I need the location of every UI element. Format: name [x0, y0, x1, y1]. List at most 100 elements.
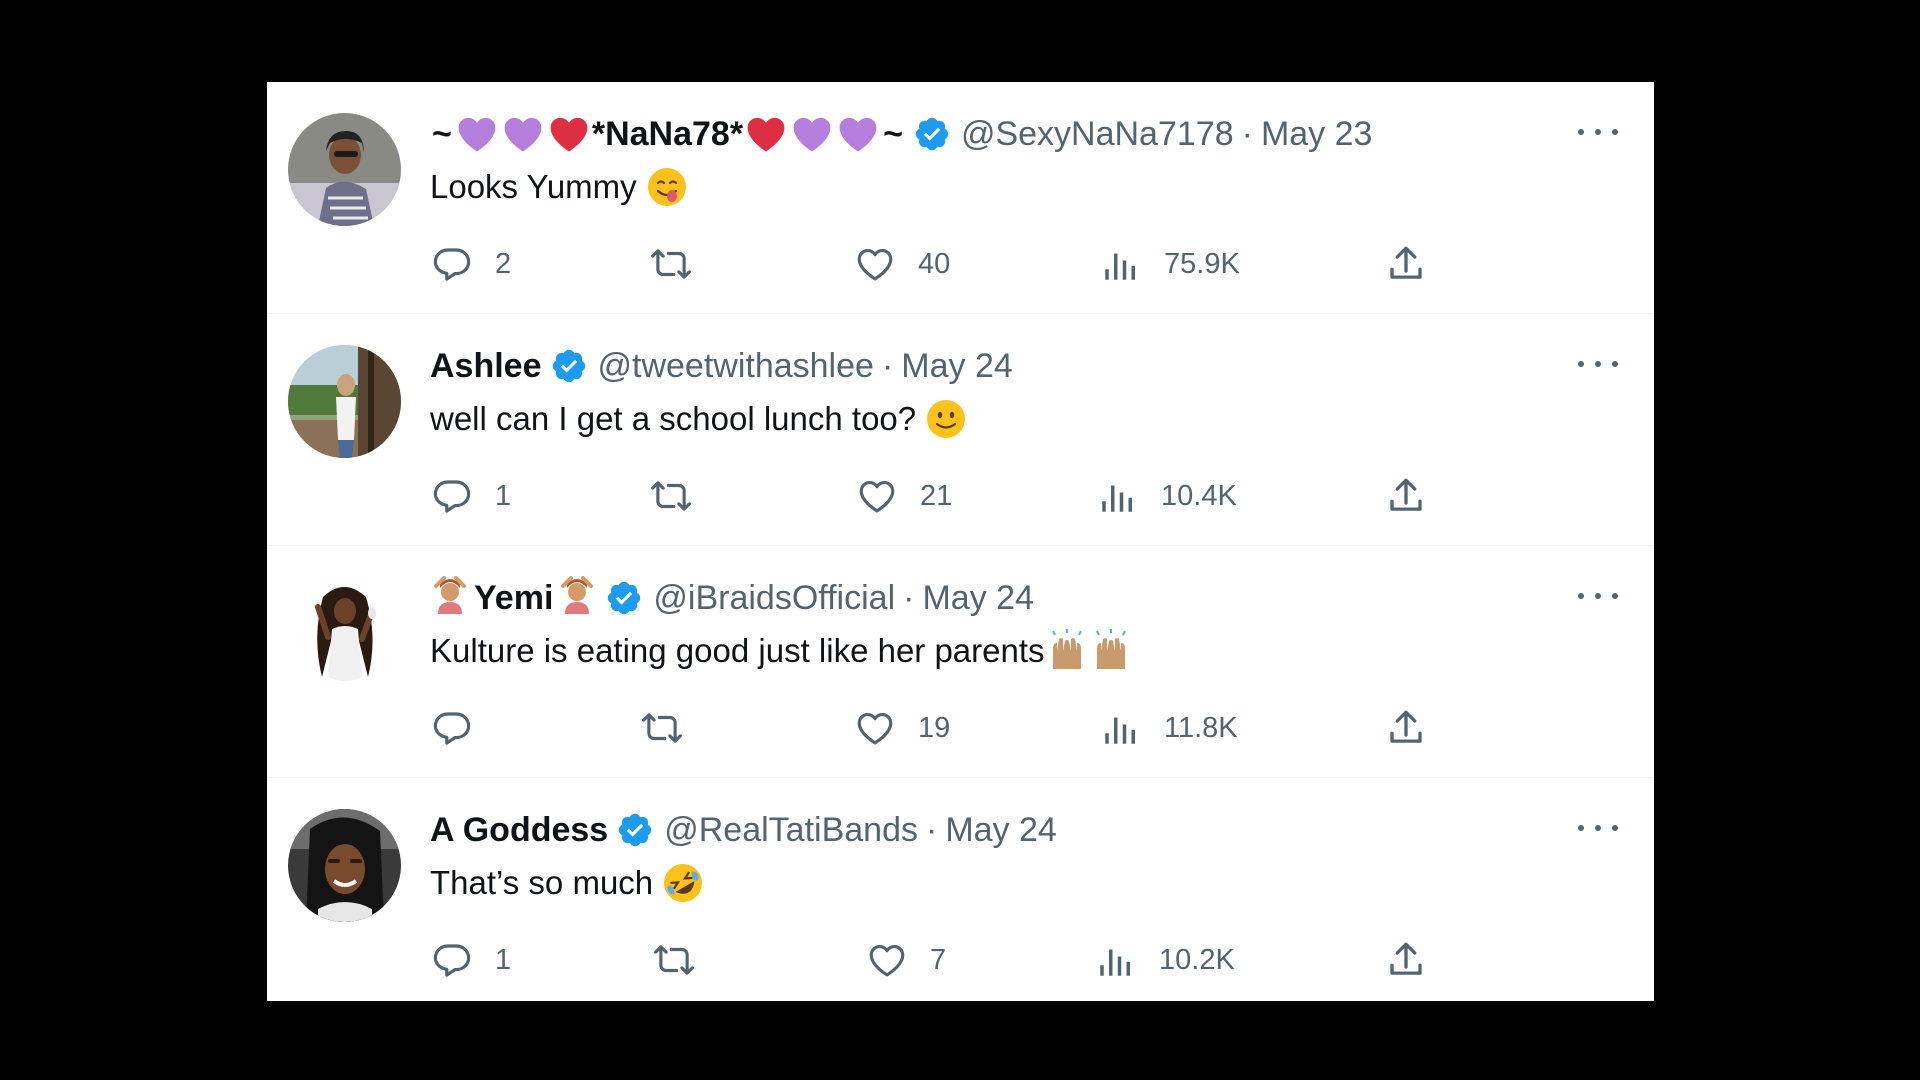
like-button[interactable]: 40: [854, 234, 950, 294]
separator: ·: [881, 346, 894, 385]
reply-button[interactable]: 2: [431, 234, 511, 294]
tweet-text: That’s so much: [430, 860, 705, 906]
views-button[interactable]: 11.8K: [1100, 698, 1238, 758]
tweet-4[interactable]: A Goddess @RealTatiBands · May 24 That’s…: [267, 778, 1654, 1010]
reply-count: 2: [495, 247, 512, 280]
like-count: 21: [920, 479, 953, 512]
tweet-header: ~ *NaNa78* ~ @SexyNaNa7178 · May 23: [430, 112, 1372, 156]
tweet-actions: 19 11.8K: [267, 698, 1654, 758]
handle[interactable]: @iBraidsOfficial: [653, 579, 895, 618]
tweet-1[interactable]: ~ *NaNa78* ~ @SexyNaNa7178 · May 23 Look…: [267, 82, 1654, 314]
reply-count: 1: [495, 479, 512, 512]
display-name[interactable]: A Goddess: [430, 811, 608, 850]
retweet-icon: [653, 939, 695, 981]
like-button[interactable]: 21: [856, 466, 952, 526]
more-icon[interactable]: [1578, 352, 1618, 376]
tweet-date[interactable]: May 24: [901, 347, 1013, 386]
retweet-button[interactable]: [650, 234, 714, 294]
tweet-text-content: well can I get a school lunch too?: [430, 400, 917, 437]
share-button[interactable]: [1385, 234, 1427, 294]
share-button[interactable]: [1385, 466, 1427, 526]
display-name[interactable]: Ashlee: [430, 347, 542, 386]
avatar[interactable]: [288, 809, 401, 922]
purple-hearts-emoji: [454, 114, 592, 154]
tweet-text: well can I get a school lunch too?: [430, 396, 968, 442]
views-button[interactable]: 75.9K: [1100, 234, 1240, 294]
avatar[interactable]: [288, 345, 401, 458]
tweet-actions: 1 7 10.2K: [267, 930, 1654, 990]
tweet-header: A Goddess @RealTatiBands · May 24: [430, 808, 1057, 852]
separator: ·: [903, 578, 915, 617]
verified-badge-icon: [913, 115, 951, 153]
share-icon: [1385, 939, 1427, 981]
separator: ·: [1241, 114, 1253, 153]
views-button[interactable]: 10.4K: [1097, 466, 1237, 526]
share-button[interactable]: [1385, 698, 1427, 758]
tweet-3[interactable]: Yemi @iBraidsOfficial · May 24 Kulture i…: [267, 546, 1654, 778]
savoring-food-emoji: [637, 165, 689, 209]
reply-icon: [431, 707, 473, 749]
person-gesturing-ok-emoji: [430, 574, 470, 623]
like-button[interactable]: 19: [854, 698, 950, 758]
handle[interactable]: @RealTatiBands: [664, 811, 918, 850]
avatar[interactable]: [288, 113, 401, 226]
reply-icon: [431, 939, 473, 981]
tweet-actions: 1 21 10.4K: [267, 466, 1654, 526]
tweet-2[interactable]: Ashlee @tweetwithashlee · May 24 well ca…: [267, 314, 1654, 546]
tweet-date[interactable]: May 24: [922, 579, 1034, 618]
reply-button[interactable]: 1: [431, 930, 511, 990]
more-icon[interactable]: [1578, 816, 1618, 840]
more-icon[interactable]: [1578, 584, 1618, 608]
tweet-text-content: Kulture is eating good just like her par…: [430, 632, 1045, 669]
like-count: 19: [918, 711, 951, 744]
retweet-button[interactable]: [653, 930, 717, 990]
share-icon: [1385, 707, 1427, 749]
like-icon: [854, 243, 896, 285]
view-count: 10.4K: [1161, 479, 1237, 512]
tweet-header: Yemi @iBraidsOfficial · May 24: [430, 574, 1034, 623]
verified-badge-icon: [616, 811, 654, 849]
reply-button[interactable]: [431, 698, 495, 758]
reply-icon: [431, 475, 473, 517]
retweet-icon: [641, 707, 683, 749]
replies-card: ~ *NaNa78* ~ @SexyNaNa7178 · May 23 Look…: [267, 82, 1654, 1001]
views-button[interactable]: 10.2K: [1095, 930, 1235, 990]
tweet-date[interactable]: May 23: [1261, 115, 1373, 154]
verified-badge-icon: [550, 347, 588, 385]
retweet-button[interactable]: [650, 466, 714, 526]
tweet-text-content: That’s so much: [430, 864, 654, 901]
separator: ·: [925, 810, 938, 849]
reply-button[interactable]: 1: [431, 466, 511, 526]
like-count: 40: [918, 247, 951, 280]
handle[interactable]: @SexyNaNa7178: [961, 115, 1234, 154]
avatar[interactable]: [288, 577, 401, 690]
like-icon: [866, 939, 908, 981]
like-icon: [856, 475, 898, 517]
red-purple-hearts-emoji: [743, 114, 881, 154]
reply-count: 1: [495, 943, 512, 976]
tweet-text: Looks Yummy: [430, 164, 689, 210]
views-icon: [1100, 243, 1142, 285]
view-count: 11.8K: [1164, 711, 1238, 744]
rolling-on-floor-laughing-emoji: [653, 861, 705, 905]
handle[interactable]: @tweetwithashlee: [598, 347, 874, 386]
more-icon[interactable]: [1578, 120, 1618, 144]
retweet-button[interactable]: [641, 698, 705, 758]
tweet-date[interactable]: May 24: [945, 811, 1057, 850]
tweet-header: Ashlee @tweetwithashlee · May 24: [430, 344, 1013, 388]
retweet-icon: [650, 243, 692, 285]
slightly-smiling-emoji: [916, 397, 968, 441]
tweet-text-content: Looks Yummy: [430, 168, 637, 205]
tweet-text: Kulture is eating good just like her par…: [430, 628, 1133, 674]
like-count: 7: [930, 943, 947, 976]
verified-badge-icon: [605, 579, 643, 617]
retweet-icon: [650, 475, 692, 517]
tweet-actions: 2 40 75.9K: [267, 234, 1654, 294]
share-button[interactable]: [1385, 930, 1427, 990]
display-name[interactable]: *NaNa78*: [592, 115, 743, 154]
display-name[interactable]: Yemi: [474, 579, 553, 618]
reply-icon: [431, 243, 473, 285]
like-icon: [854, 707, 896, 749]
like-button[interactable]: 7: [866, 930, 946, 990]
view-count: 75.9K: [1164, 247, 1240, 280]
